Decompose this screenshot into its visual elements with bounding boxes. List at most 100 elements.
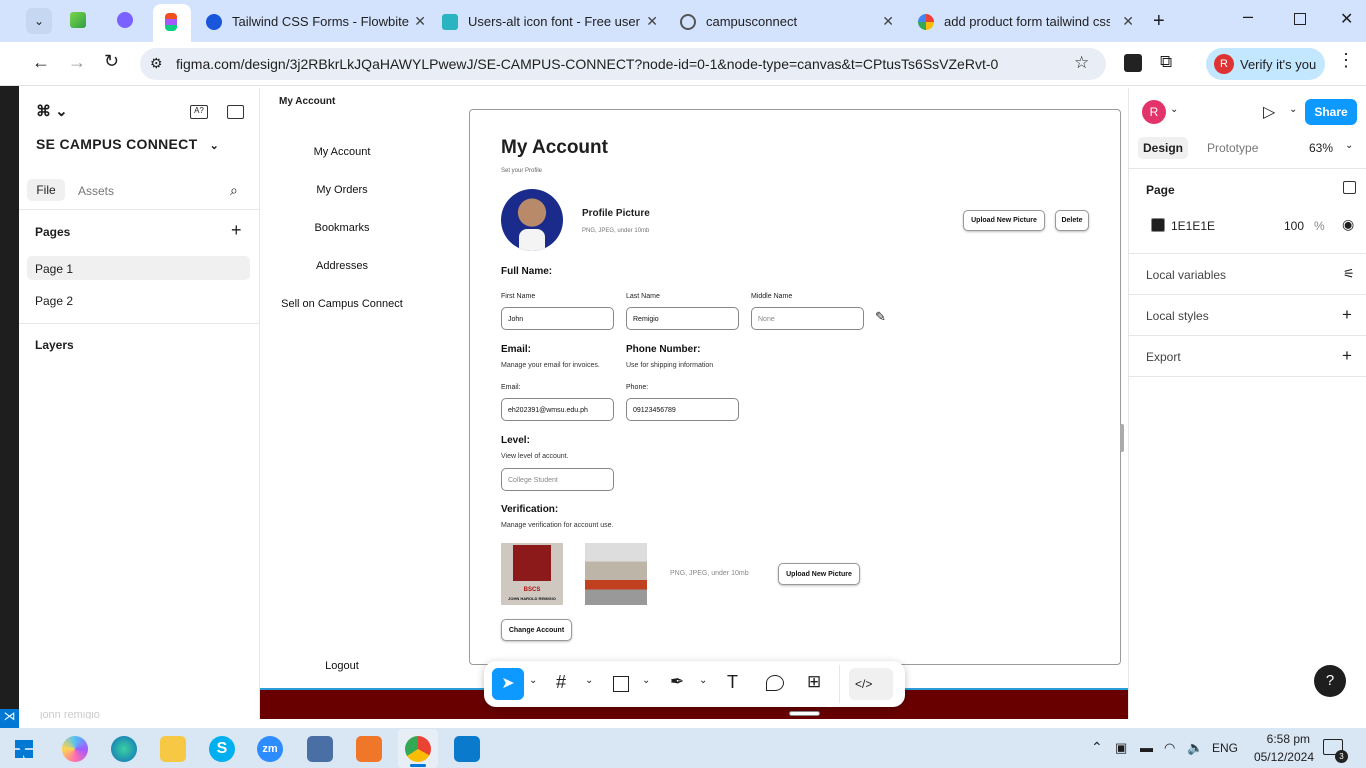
language-indicator[interactable]: ENG xyxy=(1212,741,1238,755)
page-item-2[interactable]: Page 2 xyxy=(35,294,73,308)
extensions-puzzle-icon[interactable]: ⧉ xyxy=(1160,52,1172,72)
calculator-icon[interactable] xyxy=(307,736,333,762)
rectangle-tool-icon[interactable] xyxy=(613,676,629,692)
tab-campusconnect[interactable]: campusconnect ✕ xyxy=(680,8,894,35)
tab-assets[interactable]: Assets xyxy=(78,184,114,198)
email-field[interactable]: eh202391@wmsu.edu.ph xyxy=(501,398,614,421)
nav-logout[interactable]: Logout xyxy=(267,660,417,672)
chevron-down-icon[interactable]: ⌄ xyxy=(699,675,707,686)
tray-chevron-up-icon[interactable]: ⌃ xyxy=(1091,739,1103,756)
close-window-icon[interactable]: ✕ xyxy=(1340,9,1353,29)
first-name-field[interactable]: John xyxy=(501,307,614,330)
page-color-swatch[interactable] xyxy=(1151,218,1165,232)
chevron-down-icon[interactable]: ⌄ xyxy=(1345,140,1353,151)
chevron-down-icon[interactable]: ⌄ xyxy=(1289,104,1297,115)
tab-figma-active[interactable] xyxy=(153,4,191,42)
close-icon[interactable]: ✕ xyxy=(646,13,658,30)
nav-my-account[interactable]: My Account xyxy=(267,146,417,158)
pen-tool-icon[interactable]: ✒ xyxy=(670,672,684,692)
verification-upload-button[interactable]: Upload New Picture xyxy=(778,563,860,585)
zoom-app-icon[interactable]: zm xyxy=(257,736,283,762)
tab-google[interactable]: add product form tailwind css - ✕ xyxy=(918,8,1134,35)
close-icon[interactable]: ✕ xyxy=(1122,13,1134,30)
tab-design[interactable]: Design xyxy=(1138,137,1188,159)
profile-avatar-image[interactable] xyxy=(501,189,563,251)
close-icon[interactable]: ✕ xyxy=(414,13,426,30)
help-icon[interactable]: ? xyxy=(1314,665,1346,697)
page-styles-icon[interactable] xyxy=(1343,181,1356,194)
bookmark-star-icon[interactable]: ☆ xyxy=(1074,53,1089,73)
visibility-eye-icon[interactable]: ◉ xyxy=(1342,216,1354,233)
user-avatar[interactable]: R xyxy=(1142,100,1166,124)
delete-picture-button[interactable]: Delete xyxy=(1055,210,1089,231)
chevron-down-icon[interactable]: ⌄ xyxy=(529,675,537,686)
xampp-icon[interactable] xyxy=(356,736,382,762)
present-play-icon[interactable]: ▷ xyxy=(1263,102,1275,122)
phone-field[interactable]: 09123456789 xyxy=(626,398,739,421)
more-menu-icon[interactable]: ⋮ xyxy=(1337,50,1355,71)
add-export-icon[interactable]: + xyxy=(1342,346,1352,366)
local-styles[interactable]: Local styles xyxy=(1146,309,1209,323)
verification-id-back[interactable] xyxy=(585,543,647,605)
tab-favicon-2[interactable] xyxy=(117,12,133,28)
nav-bookmarks[interactable]: Bookmarks xyxy=(267,222,417,234)
variables-sliders-icon[interactable]: ⚟ xyxy=(1343,266,1355,282)
edge-icon[interactable] xyxy=(111,736,137,762)
text-tool-icon[interactable]: T xyxy=(727,672,738,693)
figma-menu-icon[interactable]: ⌘ ⌄ xyxy=(36,102,68,120)
pencil-edit-icon[interactable]: ✎ xyxy=(875,309,886,325)
chevron-down-icon[interactable]: ⌄ xyxy=(585,675,593,686)
page-color-opacity[interactable]: 100 xyxy=(1284,219,1304,233)
copilot-icon[interactable] xyxy=(62,736,88,762)
local-variables[interactable]: Local variables xyxy=(1146,268,1226,282)
wifi-icon[interactable]: ◠ xyxy=(1164,740,1175,756)
export[interactable]: Export xyxy=(1146,350,1181,364)
vscode-icon[interactable] xyxy=(454,736,480,762)
frame-label[interactable]: My Account xyxy=(279,96,335,107)
new-tab-icon[interactable]: + xyxy=(1153,10,1165,33)
forward-arrow-icon[interactable]: → xyxy=(68,52,86,73)
chevron-down-icon[interactable]: ⌄ xyxy=(642,675,650,686)
url-text[interactable]: figma.com/design/3j2RBkrLkJQaHAWYLPwewJ/… xyxy=(176,56,998,72)
clock-date[interactable]: 05/12/2024 xyxy=(1248,750,1314,764)
file-explorer-icon[interactable] xyxy=(160,736,186,762)
toggle-sidebar-icon[interactable] xyxy=(227,105,244,119)
nav-sell[interactable]: Sell on Campus Connect xyxy=(267,298,417,310)
tab-users-alt[interactable]: Users-alt icon font - Free user ic ✕ xyxy=(442,8,658,35)
tab-prototype[interactable]: Prototype xyxy=(1207,141,1258,155)
canvas-handle[interactable] xyxy=(789,711,820,716)
verification-id-photo[interactable]: BSCS JOHN HAROLD REMIGIO xyxy=(501,543,563,605)
page-color-hex[interactable]: 1E1E1E xyxy=(1171,219,1215,233)
tab-file[interactable]: File xyxy=(27,179,65,201)
nav-my-orders[interactable]: My Orders xyxy=(267,184,417,196)
add-style-icon[interactable]: + xyxy=(1342,305,1352,325)
minimize-icon[interactable]: – xyxy=(1243,6,1253,27)
frame-tool-icon[interactable]: # xyxy=(556,672,566,693)
upload-picture-button[interactable]: Upload New Picture xyxy=(963,210,1045,231)
share-button[interactable]: Share xyxy=(1305,99,1357,125)
search-icon[interactable]: ⌕ xyxy=(230,182,238,199)
level-field[interactable]: College Student xyxy=(501,468,614,491)
remote-icon[interactable]: ⋊ xyxy=(0,709,19,728)
page-item-1[interactable]: Page 1 xyxy=(27,256,250,280)
tray-battery-icon[interactable]: ▬ xyxy=(1140,740,1153,755)
nav-addresses[interactable]: Addresses xyxy=(267,260,417,272)
add-page-icon[interactable]: + xyxy=(231,220,242,241)
tray-device-icon[interactable]: ▣ xyxy=(1115,740,1127,756)
dev-mode-toggle-icon[interactable]: </> xyxy=(849,668,893,700)
actions-icon[interactable]: ⊞ xyxy=(807,672,821,692)
chrome-icon[interactable] xyxy=(405,736,431,762)
verify-button[interactable]: R Verify it's you xyxy=(1206,48,1325,80)
chevron-down-icon[interactable]: ⌄ xyxy=(1170,104,1178,115)
tab-flowbite[interactable]: Tailwind CSS Forms - Flowbite ✕ xyxy=(206,8,426,35)
canvas-scrollbar[interactable] xyxy=(1120,424,1124,452)
maximize-icon[interactable] xyxy=(1294,13,1306,25)
tab-search-chevron-icon[interactable]: ⌄ xyxy=(26,8,52,34)
middle-name-field[interactable]: None xyxy=(751,307,864,330)
project-name[interactable]: SE CAMPUS CONNECT ⌄ xyxy=(36,136,219,152)
ai-icon[interactable]: A? xyxy=(190,105,208,119)
volume-icon[interactable]: 🔈 xyxy=(1187,740,1203,756)
clock-time[interactable]: 6:58 pm xyxy=(1252,732,1310,746)
skype-icon[interactable]: S xyxy=(209,736,235,762)
comment-tool-icon[interactable] xyxy=(766,675,784,691)
